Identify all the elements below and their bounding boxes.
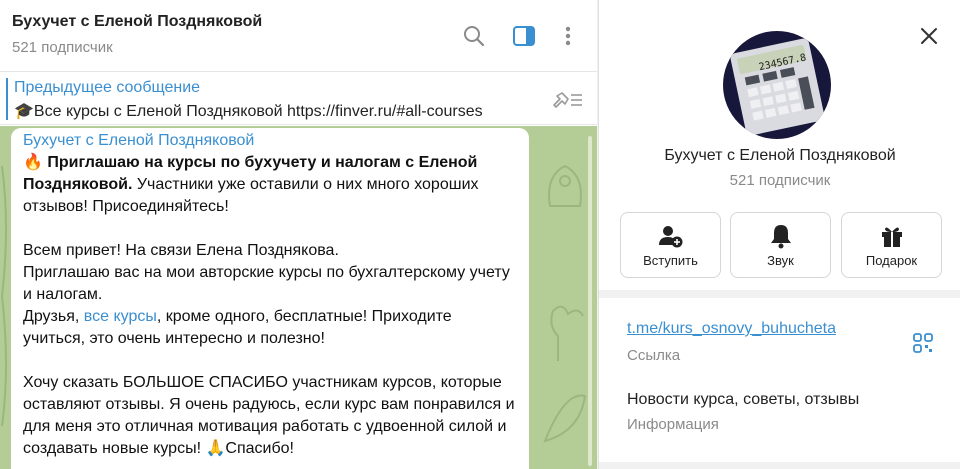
gift-icon (842, 223, 941, 249)
close-icon[interactable] (915, 22, 943, 50)
channel-avatar[interactable]: 234567.8 (723, 31, 831, 139)
gift-button[interactable]: Подарок (841, 212, 942, 278)
pin-list-icon[interactable] (550, 89, 584, 111)
fire-emoji: 🔥 (23, 154, 43, 171)
channel-description: Новости курса, советы, отзывы (627, 391, 860, 408)
pinned-text: 🎓Все курсы с Еленой Поздняковой https://… (14, 103, 483, 120)
sound-button[interactable]: Звук (730, 212, 831, 278)
pinned-accent-line (6, 78, 8, 120)
add-user-icon (621, 223, 720, 249)
wallpaper-bird-icon (550, 305, 584, 361)
pinned-label: Предыдущее сообщение (14, 79, 201, 96)
message-text: 🔥 Приглашаю на курсы по бухучету и налог… (23, 152, 517, 460)
calculator-icon: 234567.8 (730, 38, 825, 136)
chat-wallpaper[interactable]: Бухучет с Еленой Поздняковой 🔥 Приглашаю… (0, 126, 597, 469)
profile-panel: 234567.8 Бухучет с Еленой Поздняковой 52… (598, 0, 960, 469)
chat-column: Бухучет с Еленой Поздняковой 521 подписч… (0, 0, 597, 469)
profile-header: 234567.8 Бухучет с Еленой Поздняковой 52… (599, 0, 960, 290)
channel-link[interactable]: t.me/kurs_osnovy_buhucheta (627, 320, 836, 338)
join-button[interactable]: Вступить (620, 212, 721, 278)
chat-title[interactable]: Бухучет с Еленой Поздняковой (12, 13, 262, 31)
bell-icon (731, 223, 830, 249)
message-greeting: Всем привет! На связи Елена Позднякова. (23, 242, 339, 259)
chat-header[interactable]: Бухучет с Еленой Поздняковой 521 подписч… (0, 0, 597, 70)
message-bubble[interactable]: Бухучет с Еленой Поздняковой 🔥 Приглашаю… (11, 128, 529, 469)
join-button-label: Вступить (643, 253, 698, 268)
sound-button-label: Звук (767, 253, 794, 268)
channel-description-label: Информация (627, 416, 719, 433)
channel-subscriber-count: 521 подписчик (729, 172, 831, 189)
more-menu-icon[interactable] (554, 22, 582, 50)
wallpaper-doodle-icon (548, 164, 582, 207)
wallpaper-leaf-icon (543, 394, 587, 443)
chat-subscriber-count: 521 подписчик (12, 39, 113, 56)
message-invite: Приглашаю вас на мои авторские курсы по … (23, 264, 510, 303)
gift-button-label: Подарок (865, 253, 918, 268)
channel-name: Бухучет с Еленой Поздняковой (664, 147, 896, 164)
chat-scrollbar[interactable] (588, 136, 592, 466)
message-author[interactable]: Бухучет с Еленой Поздняковой (23, 130, 517, 152)
channel-link-label: Ссылка (627, 347, 681, 364)
message-thanks-end: 🙏Спасибо! (205, 440, 294, 457)
qr-code-icon[interactable] (913, 333, 933, 353)
pinned-message-bar[interactable]: Предыдущее сообщение 🎓Все курсы с Еленой… (0, 71, 597, 125)
search-icon[interactable] (460, 22, 488, 50)
channel-info: t.me/kurs_osnovy_buhucheta Ссылка Новост… (599, 298, 960, 462)
sidebar-toggle-icon[interactable] (510, 22, 538, 50)
all-courses-link[interactable]: все курсы (84, 308, 157, 325)
message-friends: Друзья, (23, 308, 80, 325)
